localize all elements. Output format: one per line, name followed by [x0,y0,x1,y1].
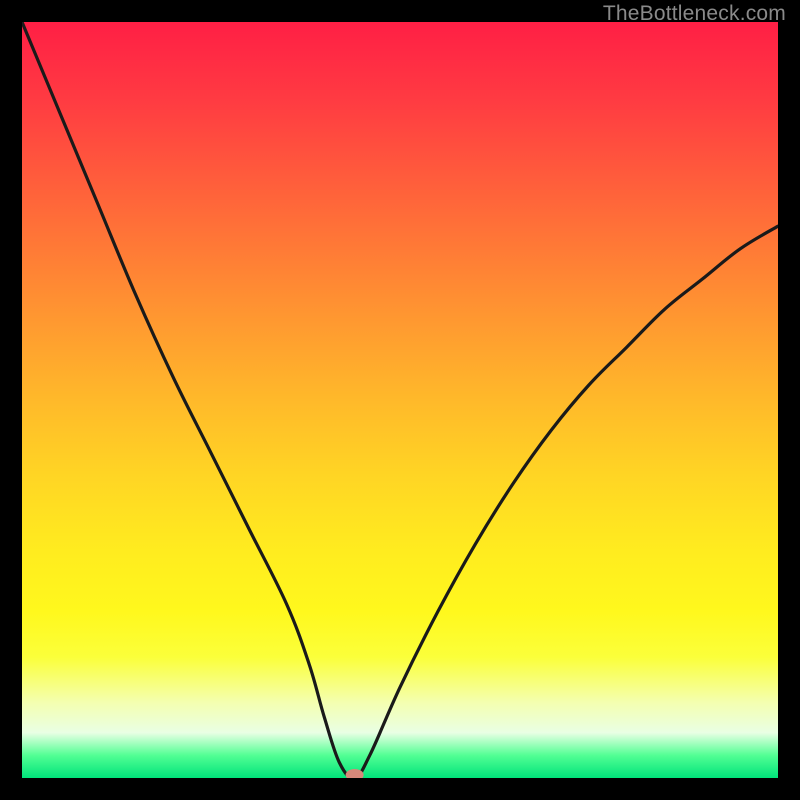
bottleneck-curve [22,22,778,778]
watermark-text: TheBottleneck.com [603,2,786,26]
plot-area [22,22,778,778]
chart-frame: TheBottleneck.com [0,0,800,800]
chart-svg [22,22,778,778]
